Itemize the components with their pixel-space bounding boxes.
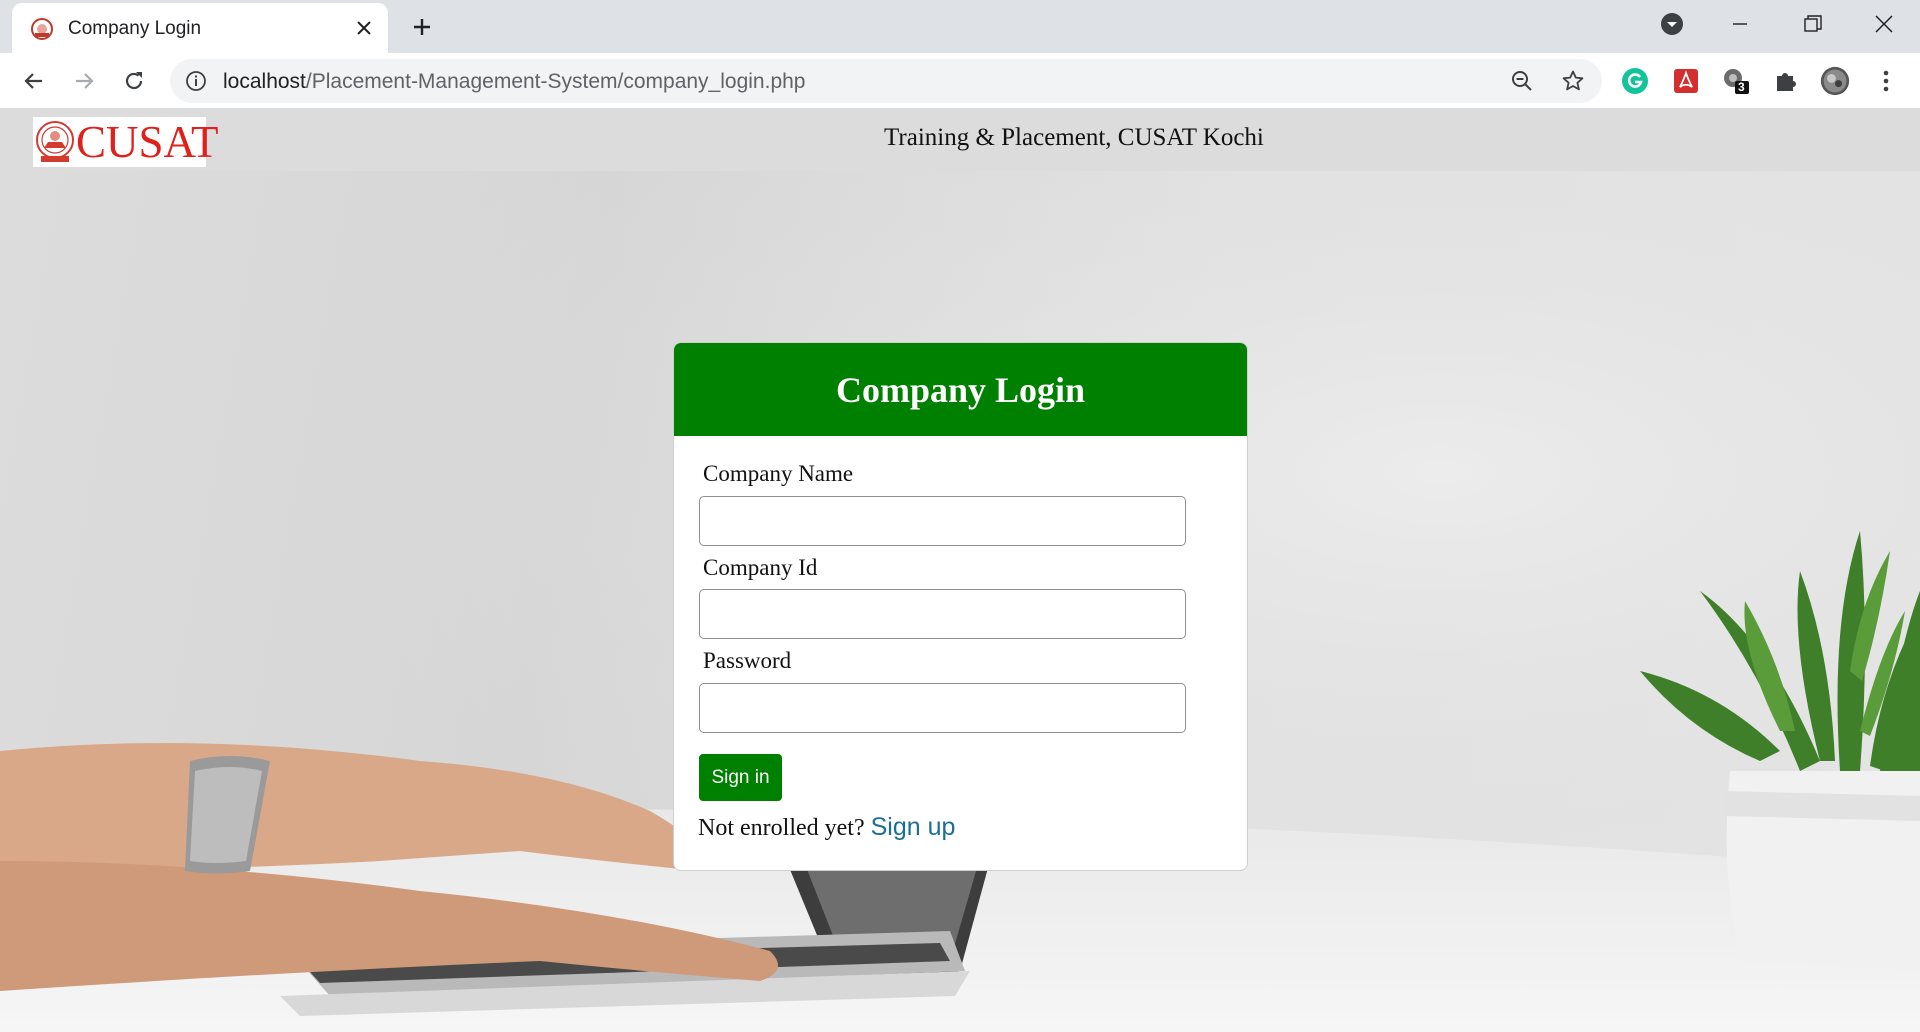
password-input[interactable]	[699, 683, 1186, 733]
tab-search-icon[interactable]	[1652, 8, 1692, 40]
grammarly-extension-icon[interactable]	[1620, 66, 1650, 96]
extension-with-badge-icon[interactable]: 3	[1721, 66, 1751, 96]
close-window-icon[interactable]	[1864, 8, 1904, 40]
sign-in-button[interactable]: Sign in	[699, 754, 782, 801]
page-viewport: CUSAT Training & Placement, CUSAT Kochi	[0, 109, 1920, 1032]
cusat-emblem-icon	[35, 118, 75, 166]
url-text[interactable]: localhost/Placement-Management-System/co…	[223, 70, 805, 94]
company-name-label: Company Name	[703, 461, 854, 486]
profile-avatar[interactable]	[1820, 66, 1850, 96]
browser-toolbar: localhost/Placement-Management-System/co…	[0, 53, 1920, 109]
site-info-icon[interactable]	[184, 69, 208, 93]
bookmark-star-icon[interactable]	[1559, 67, 1587, 95]
extension-badge: 3	[1738, 80, 1745, 94]
tab-close-icon[interactable]	[350, 14, 378, 42]
sign-up-link[interactable]: Sign up	[871, 813, 956, 841]
browser-tabstrip: Company Login	[0, 0, 1920, 53]
forward-arrow-icon[interactable]	[66, 63, 102, 99]
cusat-logo[interactable]: CUSAT	[33, 117, 219, 167]
login-title: Company Login	[835, 369, 1086, 410]
login-card: Company Login Company Name Company Id Pa…	[673, 342, 1248, 871]
pdf-extension-icon[interactable]	[1671, 66, 1701, 96]
signup-prompt-text: Not enrolled yet?	[698, 815, 865, 841]
company-name-input[interactable]	[699, 496, 1186, 546]
login-card-header: Company Login	[674, 343, 1247, 436]
browser-menu-icon[interactable]	[1871, 66, 1901, 96]
tab-title: Company Login	[68, 18, 202, 39]
company-id-label: Company Id	[703, 555, 818, 580]
reload-icon[interactable]	[116, 63, 152, 99]
restore-icon[interactable]	[1793, 8, 1833, 40]
url-path: /Placement-Management-System/company_log…	[305, 70, 806, 93]
cusat-favicon-icon	[30, 17, 54, 41]
new-tab-plus-icon[interactable]	[406, 11, 438, 43]
address-bar[interactable]: localhost/Placement-Management-System/co…	[170, 59, 1602, 103]
site-header-title: Training & Placement, CUSAT Kochi	[884, 124, 1264, 151]
logo-text: CUSAT	[76, 117, 219, 167]
extensions-puzzle-icon[interactable]	[1771, 66, 1801, 96]
site-header: CUSAT Training & Placement, CUSAT Kochi	[0, 109, 1920, 171]
zoom-out-icon[interactable]	[1508, 67, 1536, 95]
minimize-icon[interactable]	[1720, 8, 1760, 40]
password-label: Password	[703, 648, 792, 673]
url-host: localhost	[223, 70, 306, 93]
browser-tab[interactable]: Company Login	[12, 3, 388, 53]
company-id-input[interactable]	[699, 589, 1186, 639]
back-arrow-icon[interactable]	[16, 63, 52, 99]
signup-prompt-line: Not enrolled yet? Sign up	[698, 813, 955, 842]
